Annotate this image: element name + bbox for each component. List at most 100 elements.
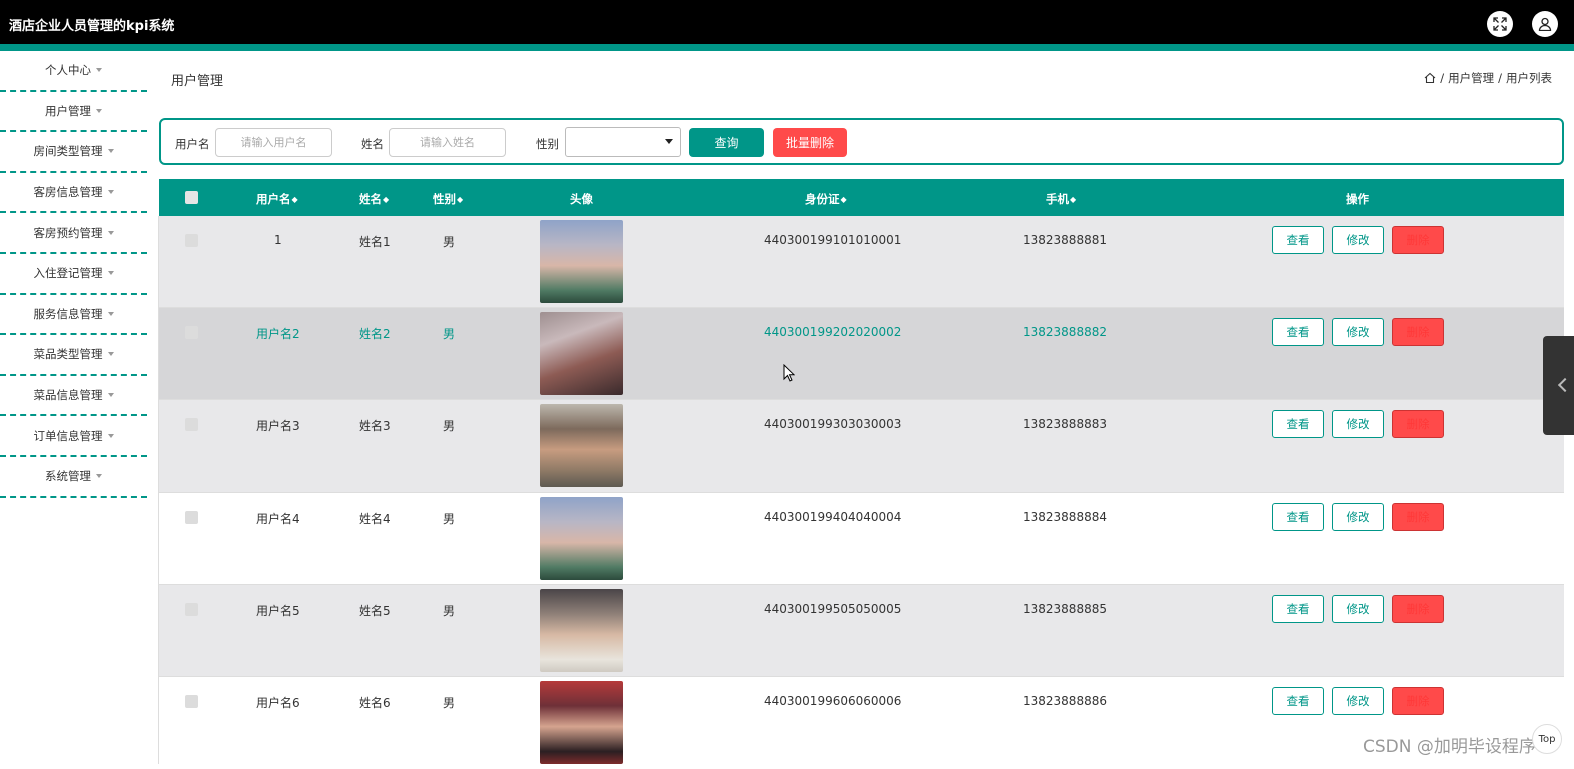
cell-name: 姓名2: [359, 327, 391, 342]
header-avatar: 头像: [570, 192, 593, 206]
header-gender-label: 性别: [433, 192, 456, 206]
delete-button[interactable]: 删除: [1392, 502, 1444, 531]
edit-button[interactable]: 修改: [1332, 502, 1384, 531]
row-checkbox[interactable]: [185, 418, 198, 432]
sidebar-item-label: 客房信息管理: [33, 185, 103, 200]
sidebar-item-room-type[interactable]: 房间类型管理: [0, 132, 147, 173]
breadcrumb-item-user-management[interactable]: 用户管理: [1448, 70, 1494, 86]
sidebar-item-label: 入住登记管理: [33, 266, 103, 281]
watermark: CSDN @加明毕设程序: [1363, 737, 1536, 757]
header-name-label: 姓名: [359, 192, 382, 206]
avatar: [540, 404, 623, 488]
edit-button[interactable]: 修改: [1332, 318, 1384, 347]
sidebar-item-label: 用户管理: [45, 103, 91, 118]
sidebar-item-room-reservation[interactable]: 客房预约管理: [0, 213, 147, 254]
cell-idcard: 440300199404040004: [764, 509, 902, 524]
sidebar-item-label: 客房预约管理: [33, 225, 103, 240]
header-gender[interactable]: 性别◆: [433, 191, 463, 207]
sidebar-item-room-info[interactable]: 客房信息管理: [0, 173, 147, 214]
sidebar-item-dish-type[interactable]: 菜品类型管理: [0, 335, 147, 376]
breadcrumb-separator: /: [1440, 71, 1445, 85]
sidebar-item-order-info[interactable]: 订单信息管理: [0, 416, 147, 457]
row-checkbox[interactable]: [185, 234, 198, 247]
sort-icon: ◆: [840, 195, 847, 204]
view-button[interactable]: 查看: [1272, 226, 1324, 254]
back-to-top-button[interactable]: Top: [1532, 724, 1562, 754]
caret-down-icon: [107, 271, 114, 276]
row-checkbox[interactable]: [185, 326, 198, 340]
edit-button[interactable]: 修改: [1332, 686, 1384, 715]
delete-button[interactable]: 删除: [1392, 410, 1444, 439]
home-icon[interactable]: [1424, 72, 1436, 84]
sidebar-item-user-management[interactable]: 用户管理: [0, 92, 147, 133]
name-label: 姓名: [361, 137, 384, 151]
username-label: 用户名: [175, 137, 210, 151]
sidebar-item-personal-center[interactable]: 个人中心: [0, 51, 147, 92]
cell-phone: 13823888882: [1023, 325, 1107, 340]
search-form: 用户名 请输入用户名 姓名 请输入姓名 性别 查询 批量删除: [159, 118, 1564, 165]
view-button[interactable]: 查看: [1272, 502, 1324, 531]
name-input[interactable]: 请输入姓名: [389, 128, 506, 157]
cell-phone: 13823888883: [1023, 417, 1107, 432]
user-button[interactable]: [1532, 11, 1558, 37]
caret-down-icon: [96, 474, 102, 479]
sidebar-item-label: 菜品类型管理: [33, 347, 103, 362]
username-input[interactable]: 请输入用户名: [215, 128, 332, 157]
gender-label: 性别: [536, 137, 559, 151]
caret-down-icon: [107, 433, 114, 438]
view-button[interactable]: 查看: [1272, 594, 1324, 623]
caret-down-icon: [107, 230, 114, 235]
cell-phone: 13823888884: [1023, 509, 1107, 524]
edit-button[interactable]: 修改: [1332, 410, 1384, 439]
cell-gender: 男: [443, 419, 456, 434]
sidebar-item-label: 菜品信息管理: [33, 388, 103, 403]
row-checkbox[interactable]: [185, 510, 198, 524]
sidebar: 个人中心 用户管理 房间类型管理 客房信息管理 客房预约管理 入住登记管理 服务…: [0, 51, 147, 498]
cell-gender: 男: [443, 235, 456, 249]
cell-idcard: 440300199202020002: [764, 325, 902, 340]
table-row: 用户名2 姓名2 男 440300199202020002 1382388888…: [159, 308, 1564, 401]
fullscreen-icon: [1493, 17, 1507, 31]
sidebar-item-service-info[interactable]: 服务信息管理: [0, 295, 147, 336]
cell-username: 用户名2: [256, 327, 300, 342]
delete-button[interactable]: 删除: [1392, 594, 1444, 623]
row-checkbox[interactable]: [185, 694, 198, 708]
edit-button[interactable]: 修改: [1332, 594, 1384, 623]
view-button[interactable]: 查看: [1272, 318, 1324, 347]
header-username[interactable]: 用户名◆: [256, 191, 298, 207]
row-checkbox[interactable]: [185, 602, 198, 616]
sidebar-item-checkin[interactable]: 入住登记管理: [0, 254, 147, 295]
query-button[interactable]: 查询: [689, 128, 764, 157]
sort-icon: ◆: [291, 195, 298, 204]
delete-button[interactable]: 删除: [1392, 686, 1444, 715]
cell-name: 姓名5: [359, 603, 391, 618]
header-phone[interactable]: 手机◆: [1046, 191, 1076, 207]
cell-username: 1: [274, 233, 282, 247]
view-button[interactable]: 查看: [1272, 686, 1324, 715]
breadcrumb-separator: /: [1498, 71, 1502, 85]
edit-button[interactable]: 修改: [1332, 226, 1384, 254]
side-panel-toggle[interactable]: [1543, 336, 1574, 435]
gender-select[interactable]: [565, 127, 681, 157]
cell-phone: 13823888881: [1023, 233, 1107, 247]
fullscreen-button[interactable]: [1487, 11, 1513, 37]
breadcrumb-item-user-list: 用户列表: [1506, 71, 1552, 85]
select-all-checkbox[interactable]: [185, 191, 198, 204]
cell-idcard: 440300199505050005: [764, 601, 902, 616]
view-button[interactable]: 查看: [1272, 410, 1324, 439]
bulk-delete-button[interactable]: 批量删除: [773, 128, 847, 157]
header-name[interactable]: 姓名◆: [359, 191, 389, 207]
top-header: 酒店企业人员管理的kpi系统: [0, 0, 1574, 44]
sidebar-item-dish-info[interactable]: 菜品信息管理: [0, 376, 147, 417]
sidebar-item-system[interactable]: 系统管理: [0, 457, 147, 498]
delete-button[interactable]: 删除: [1392, 226, 1444, 254]
cell-name: 姓名6: [359, 695, 391, 710]
cell-idcard: 440300199303030003: [764, 417, 902, 432]
header-idcard[interactable]: 身份证◆: [805, 191, 847, 207]
user-icon: [1538, 17, 1552, 31]
sidebar-item-label: 系统管理: [45, 469, 91, 484]
header-actions: 操作: [1346, 192, 1369, 206]
mouse-cursor-icon: [783, 364, 795, 382]
avatar: [540, 312, 623, 396]
delete-button[interactable]: 删除: [1392, 318, 1444, 347]
